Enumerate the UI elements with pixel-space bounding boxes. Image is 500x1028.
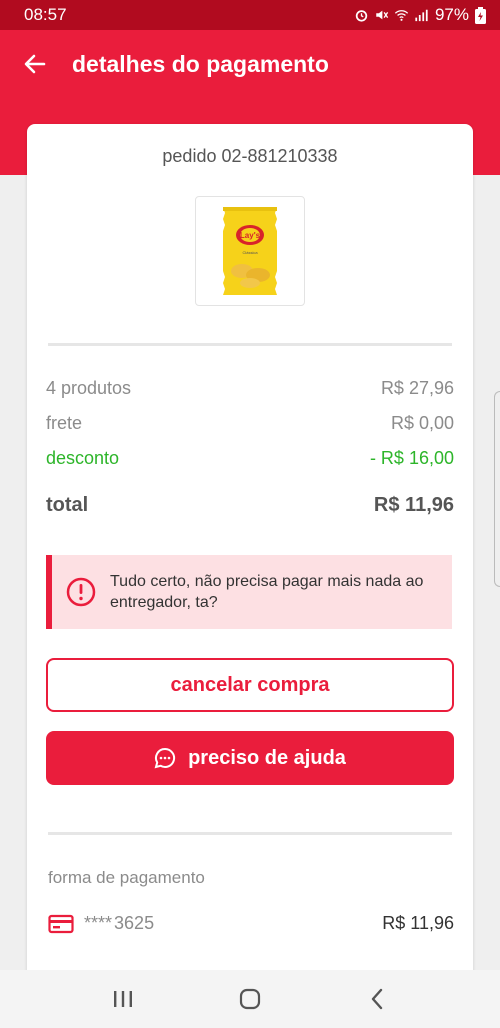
shipping-label: frete [46, 413, 83, 433]
home-button[interactable] [230, 979, 270, 1019]
divider [48, 832, 452, 835]
home-icon [239, 988, 261, 1010]
total-row: total R$ 11,96 [46, 494, 454, 517]
battery-icon [475, 6, 486, 24]
battery-percent: 97% [434, 5, 469, 24]
products-value: R$ 27,96 [380, 378, 454, 398]
product-flavor: Clássica [242, 250, 258, 255]
card-last-digits: 3625 [114, 913, 155, 933]
help-button[interactable]: preciso de ajuda [46, 731, 454, 785]
alert-message: Tudo certo, não precisa pagar mais nada … [110, 573, 424, 611]
discount-value: - R$ 16,00 [369, 448, 454, 468]
system-nav-bar [0, 970, 500, 1028]
mute-icon [376, 10, 389, 20]
back-button[interactable] [20, 49, 50, 79]
wifi-icon [394, 10, 409, 21]
signal-icon [415, 9, 428, 22]
payment-details-card: pedido 02-881210338 Lay's Clássica 4 pro… [27, 124, 473, 984]
discount-row: desconto - R$ 16,00 [46, 448, 454, 469]
shipping-row: frete R$ 0,00 [46, 413, 454, 434]
products-row: 4 produtos R$ 27,96 [46, 378, 454, 399]
payment-amount: R$ 11,96 [382, 913, 454, 933]
cancel-purchase-button[interactable]: cancelar compra [46, 658, 454, 712]
total-label: total [46, 494, 89, 516]
brand-logo-text: Lay's [240, 231, 261, 240]
payment-method-row: **** 3625 R$ 11,96 [48, 913, 454, 934]
card-info: **** 3625 [48, 913, 154, 934]
divider [48, 343, 452, 346]
products-label: 4 produtos [46, 378, 132, 398]
cancel-purchase-label: cancelar compra [170, 673, 330, 696]
alarm-icon [355, 10, 368, 22]
info-icon [66, 577, 96, 607]
recent-apps-icon [114, 991, 133, 1007]
edge-panel-handle[interactable] [494, 391, 500, 587]
discount-label: desconto [46, 448, 120, 468]
product-thumbnail[interactable]: Lay's Clássica [195, 196, 305, 306]
status-indicators: 97% [354, 5, 486, 25]
recent-apps-button[interactable] [103, 979, 143, 1019]
chips-bag-image: Lay's Clássica [223, 207, 277, 295]
shipping-value: R$ 0,00 [390, 413, 454, 433]
card-mask: **** [84, 913, 113, 933]
status-bar: 08:57 97% [0, 0, 500, 30]
page-title: detalhes do pagamento [72, 50, 329, 77]
payment-method-label: forma de pagamento [48, 868, 205, 887]
status-time: 08:57 [24, 5, 67, 24]
arrow-left-icon [24, 54, 46, 74]
back-nav-button[interactable] [357, 979, 397, 1019]
credit-card-icon [48, 914, 74, 933]
order-number: pedido 02-881210338 [162, 146, 338, 166]
total-value: R$ 11,96 [373, 494, 454, 516]
help-label: preciso de ajuda [188, 746, 346, 769]
payment-alert: Tudo certo, não precisa pagar mais nada … [46, 555, 452, 629]
chevron-left-icon [371, 988, 382, 1010]
chat-bubble-icon [154, 747, 176, 769]
